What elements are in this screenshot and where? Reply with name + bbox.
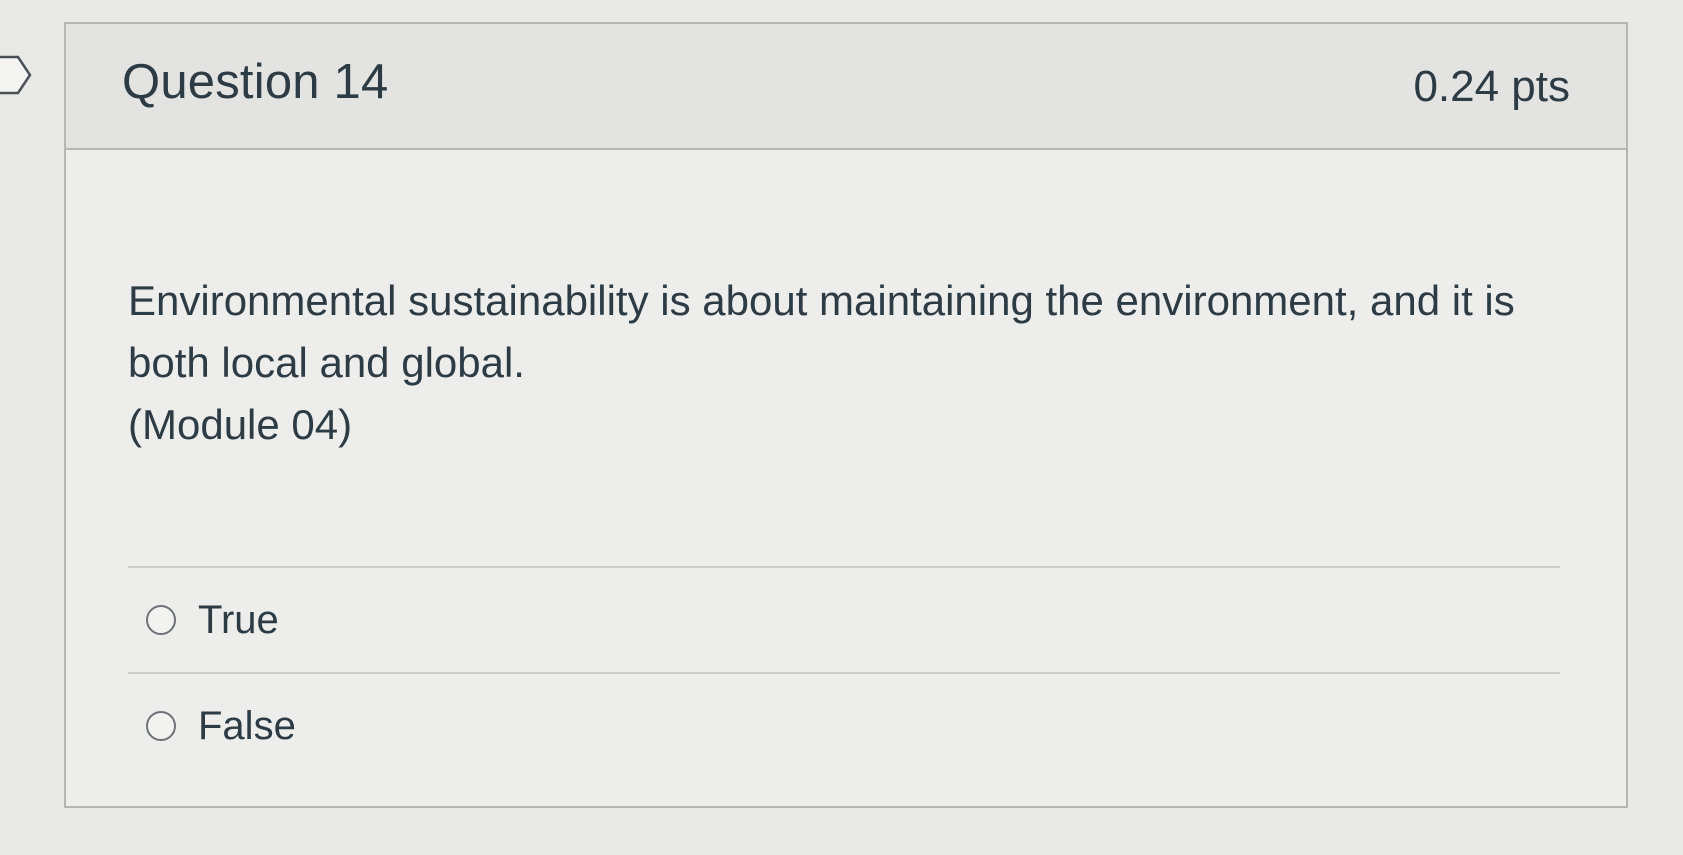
radio-button-true[interactable]: [146, 605, 176, 635]
question-body: Environmental sustainability is about ma…: [66, 150, 1626, 806]
answer-option-true[interactable]: True: [128, 568, 1560, 672]
question-module: (Module 04): [128, 401, 353, 448]
answer-list: True False: [128, 566, 1560, 778]
answer-option-false[interactable]: False: [128, 674, 1560, 778]
answer-label-true: True: [198, 597, 279, 642]
question-title: Question 14: [122, 55, 389, 109]
question-points: 0.24 pts: [1413, 62, 1570, 111]
question-statement: Environmental sustainability is about ma…: [128, 277, 1515, 386]
question-text: Environmental sustainability is about ma…: [128, 270, 1548, 456]
question-header: Question 14 0.24 pts: [66, 24, 1626, 150]
answer-label-false: False: [198, 703, 296, 748]
radio-button-false[interactable]: [146, 711, 176, 741]
flag-question-icon[interactable]: [0, 54, 42, 96]
question-card: Question 14 0.24 pts Environmental susta…: [64, 22, 1628, 808]
